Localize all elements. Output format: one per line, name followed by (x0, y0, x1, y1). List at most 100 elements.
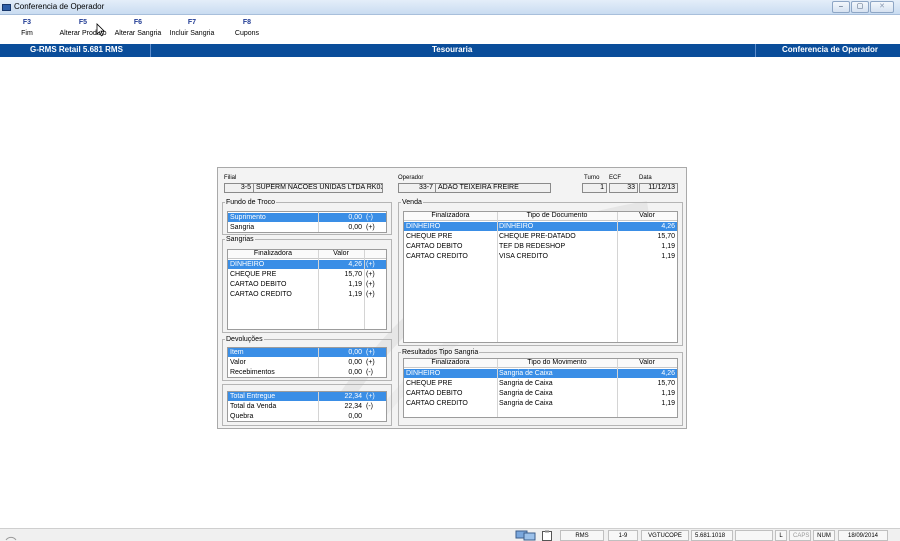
totais-list[interactable]: Total Entregue 22,34 (+) Total da Venda … (227, 391, 387, 422)
list-item[interactable]: Sangria 0,00 (+) (228, 223, 386, 232)
list-item[interactable]: Valor 0,00 (+) (228, 358, 386, 367)
column-header: Valor (639, 359, 655, 366)
resultados-table[interactable]: Finalizadora Tipo do Movimento Valor DIN… (403, 358, 678, 418)
cell-finalizadora: CARTAO CREDITO (406, 253, 468, 260)
title-bar: Conferencia de Operador – ▢ ✕ (0, 0, 900, 15)
table-row[interactable]: CHEQUE PRE CHEQUE PRE-DATADO 15,70 (404, 232, 677, 241)
item-label: Total Entregue (230, 393, 276, 400)
table-row[interactable]: CARTAO CREDITO 1,19 (+) (228, 290, 386, 299)
status-user: VGTUCOPE (641, 530, 689, 541)
toolbar-label: Incluir Sangria (169, 30, 215, 37)
conferencia-panel: Filial 3-5 SUPERM NACOES UNIDAS LTDA RK0… (217, 167, 687, 429)
cell-valor: 4,26 (348, 261, 362, 268)
list-item[interactable]: Item 0,00 (+) (228, 348, 386, 357)
cell-finalizadora: CARTAO DEBITO (406, 390, 463, 397)
column-header: Tipo do Movimento (527, 359, 587, 366)
cell-finalizadora: CARTAO DEBITO (230, 281, 287, 288)
cell-finalizadora: CARTAO CREDITO (230, 291, 292, 298)
status-blank (735, 530, 773, 541)
operador-code-field: 33-7 (398, 183, 436, 193)
toolbar-button-alterar-sangria[interactable]: F6 Alterar Sangria (112, 19, 164, 37)
data-label: Data (639, 175, 652, 181)
cell-valor: 1,19 (661, 253, 675, 260)
column-header: Finalizadora (253, 250, 293, 257)
table-row[interactable]: CARTAO DEBITO TEF DB REDESHOP 1,19 (404, 242, 677, 251)
toolbar-key: F7 (187, 19, 197, 26)
ecf-field: 33 (609, 183, 638, 193)
list-item[interactable]: Total da Venda 22,34 (-) (228, 402, 386, 411)
toolbar-button-incluir-sangria[interactable]: F7 Incluir Sangria (165, 19, 219, 37)
table-row[interactable]: CHEQUE PRE Sangria de Caixa 15,70 (404, 379, 677, 388)
table-row[interactable]: CARTAO DEBITO Sangria de Caixa 1,19 (404, 389, 677, 398)
cell-sign: (+) (366, 281, 375, 288)
cell-valor: 4,26 (661, 223, 675, 230)
item-label: Sangria (230, 224, 255, 231)
item-label: Quebra (230, 413, 254, 420)
cell-valor: 1,19 (348, 281, 362, 288)
screen-title: Conferencia de Operador (782, 45, 879, 54)
column-divider (617, 359, 618, 417)
table-header: Finalizadora Tipo do Movimento Valor (404, 359, 677, 368)
toolbar-key: F8 (242, 19, 252, 26)
list-item[interactable]: Total Entregue 22,34 (+) (228, 392, 386, 401)
turno-label: Turno (584, 175, 600, 181)
list-item[interactable]: Suprimento 0,00 (-) (228, 213, 386, 222)
cell-finalizadora: CARTAO DEBITO (406, 243, 463, 250)
scroll-indicator-icon (5, 536, 17, 541)
item-value: 0,00 (348, 214, 362, 221)
column-divider (318, 250, 319, 329)
table-row[interactable]: CARTAO CREDITO Sangria de Caixa 1,19 (404, 399, 677, 408)
window-title: Conferencia de Operador (14, 2, 105, 11)
sangrias-table[interactable]: Finalizadora Valor DINHEIRO 4,26 (+) CHE… (227, 249, 387, 330)
header-divider (755, 44, 756, 57)
venda-table[interactable]: Finalizadora Tipo de Documento Valor DIN… (403, 211, 678, 343)
status-num: NUM (813, 530, 835, 541)
item-sign: (+) (366, 359, 375, 366)
status-date: 18/09/2014 (838, 530, 888, 541)
item-sign: (+) (366, 393, 375, 400)
fundo-troco-list[interactable]: Suprimento 0,00 (-) Sangria 0,00 (+) (227, 211, 387, 233)
table-row[interactable]: DINHEIRO DINHEIRO 4,26 (404, 222, 677, 231)
table-row[interactable]: DINHEIRO Sangria de Caixa 4,26 (404, 369, 677, 378)
item-value: 0,00 (348, 349, 362, 356)
column-divider (318, 348, 319, 377)
cell-valor: 1,19 (661, 243, 675, 250)
cell-valor: 4,26 (661, 370, 675, 377)
toolbar-button-fim[interactable]: F3 Fim (8, 19, 46, 37)
cell-finalizadora: CARTAO CREDITO (406, 400, 468, 407)
item-label: Item (230, 349, 244, 356)
item-sign: (+) (366, 349, 375, 356)
list-item[interactable]: Quebra 0,00 (228, 412, 386, 421)
maximize-button[interactable]: ▢ (851, 1, 869, 13)
toolbar-label: Cupons (234, 30, 260, 37)
column-divider (364, 250, 365, 329)
sangrias-title: Sangrias (226, 236, 254, 243)
cell-sign: (+) (366, 291, 375, 298)
cell-valor: 1,19 (661, 390, 675, 397)
item-value: 0,00 (348, 359, 362, 366)
column-divider (497, 212, 498, 342)
column-divider (318, 212, 319, 232)
table-row[interactable]: CARTAO DEBITO 1,19 (+) (228, 280, 386, 289)
app-icon (2, 4, 11, 11)
item-value: 22,34 (344, 403, 362, 410)
item-sign: (+) (366, 224, 375, 231)
cell-valor: 15,70 (657, 380, 675, 387)
column-divider (318, 392, 319, 421)
ecf-label: ECF (609, 175, 621, 181)
toolbar-button-cupons[interactable]: F8 Cupons (228, 19, 266, 37)
cell-tipo-movimento: Sangria de Caixa (499, 370, 553, 377)
devolucoes-list[interactable]: Item 0,00 (+) Valor 0,00 (+) Recebimento… (227, 347, 387, 378)
cell-finalizadora: DINHEIRO (230, 261, 265, 268)
close-button[interactable]: ✕ (870, 1, 894, 13)
list-item[interactable]: Recebimentos 0,00 (-) (228, 368, 386, 377)
table-row[interactable]: CARTAO CREDITO VISA CREDITO 1,19 (404, 252, 677, 261)
filial-code-field: 3-5 (224, 183, 254, 193)
toolbar-key: F6 (133, 19, 143, 26)
minimize-button[interactable]: – (832, 1, 850, 13)
network-computers-icon (515, 530, 536, 541)
cell-valor: 15,70 (657, 233, 675, 240)
status-l: L (775, 530, 787, 541)
table-row[interactable]: DINHEIRO 4,26 (+) (228, 260, 386, 269)
table-row[interactable]: CHEQUE PRE 15,70 (+) (228, 270, 386, 279)
